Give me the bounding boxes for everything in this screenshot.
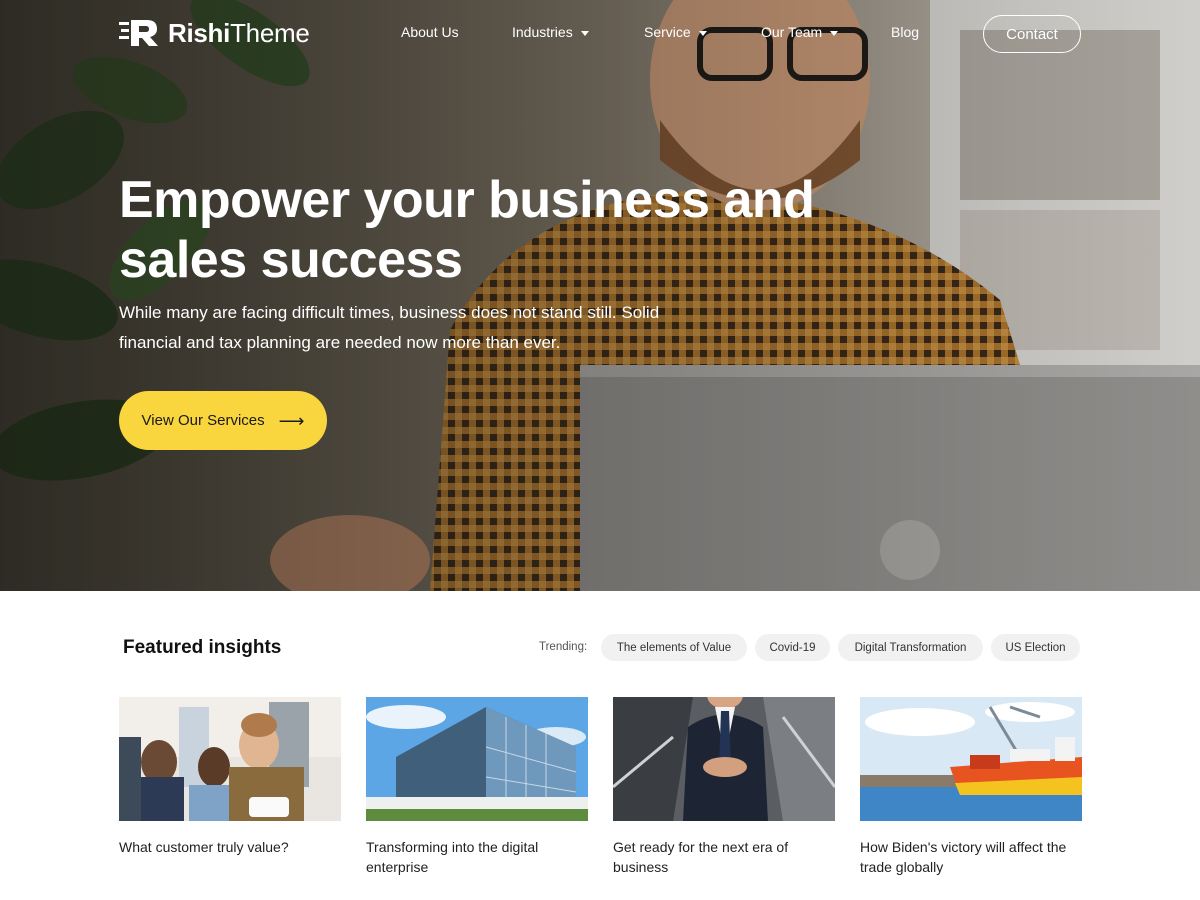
nav-item-about-us[interactable]: About Us (401, 24, 459, 40)
glass-office-building-photo (366, 697, 588, 821)
nav-item-label: Service (644, 24, 691, 40)
hero-title: Empower your business and sales success (119, 171, 815, 289)
card-title: How Biden's victory will affect the trad… (860, 839, 1067, 875)
nav-item-our-team[interactable]: Our Team (761, 24, 839, 40)
trending-tag[interactable]: US Election (991, 634, 1080, 661)
contact-button[interactable]: Contact (983, 15, 1081, 53)
nav-item-label: Blog (891, 24, 920, 40)
nav-item-label: About Us (401, 24, 459, 40)
team-meeting-photo (119, 697, 341, 821)
nav-item-label: Our Team (761, 24, 823, 40)
featured-insights-section: Featured insights Trending: The elements… (0, 591, 1200, 900)
card-title: Transforming into the digital enterprise (366, 839, 539, 875)
trending-label: Trending: (539, 641, 588, 653)
insight-card[interactable]: Transforming into the digital enterprise (366, 697, 588, 877)
nav-item-industries[interactable]: Industries (512, 24, 589, 40)
hero-section: RishiTheme About Us Industries Service O… (0, 0, 1200, 591)
hero-subtitle: While many are facing difficult times, b… (119, 303, 660, 352)
view-services-button[interactable]: View Our Services ⟶ (119, 391, 327, 450)
nav-item-service[interactable]: Service (644, 24, 707, 40)
trending-tag[interactable]: The elements of Value (601, 634, 747, 661)
chevron-down-icon (698, 30, 707, 36)
card-title: Get ready for the next era of business (613, 839, 789, 875)
section-title: Featured insights (123, 637, 282, 658)
chevron-down-icon (580, 30, 589, 36)
card-title: What customer truly value? (119, 839, 289, 855)
nav-item-blog[interactable]: Blog (891, 24, 919, 40)
insight-card[interactable]: Get ready for the next era of business (613, 697, 835, 877)
trending-tag[interactable]: Covid-19 (755, 634, 830, 661)
cta-label: View Our Services (141, 412, 265, 429)
insight-card[interactable]: How Biden's victory will affect the trad… (860, 697, 1082, 877)
trending-tag[interactable]: Digital Transformation (838, 634, 983, 661)
arrow-right-icon: ⟶ (278, 410, 305, 431)
businessman-suit-photo (613, 697, 835, 821)
site-header: RishiTheme About Us Industries Service O… (0, 0, 1200, 68)
insight-card[interactable]: What customer truly value? (119, 697, 341, 857)
chevron-down-icon (830, 30, 839, 36)
hero-overlay (0, 0, 1200, 591)
nav-item-label: Industries (512, 24, 573, 40)
cargo-ship-port-photo (860, 697, 1082, 821)
